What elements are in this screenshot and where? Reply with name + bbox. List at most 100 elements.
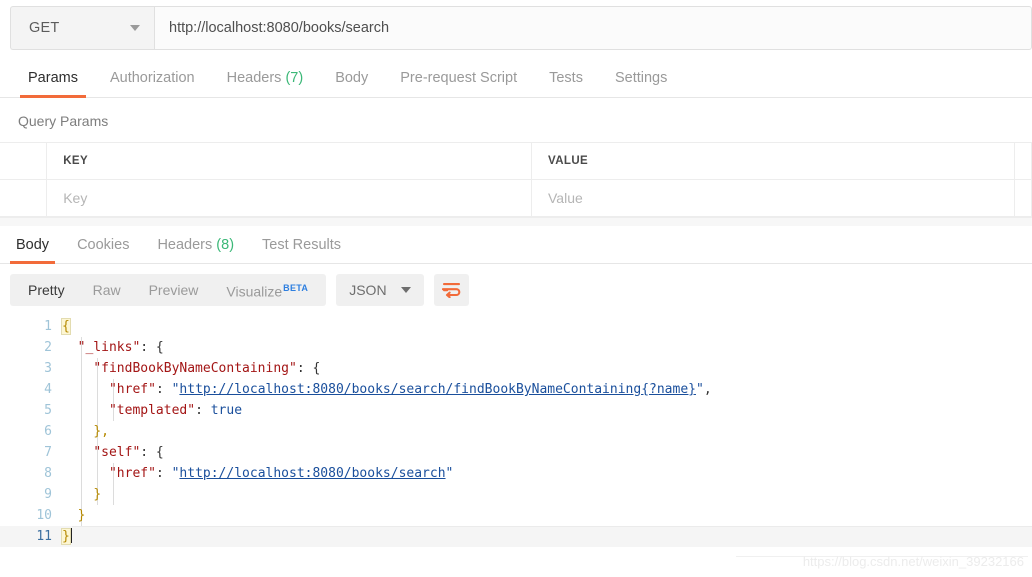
line-number: 2 [44,340,52,355]
chevron-down-icon [130,25,140,31]
code-line-active: 11 } [0,526,1032,547]
tab-tests[interactable]: Tests [533,70,599,97]
token-punct: : { [140,340,164,355]
token-boolean: true [210,403,243,418]
token-brace: } [61,528,71,545]
param-value-input[interactable]: Value [531,179,1015,217]
response-tabs: Body Cookies Headers (8) Test Results [0,226,1032,264]
view-mode-raw[interactable]: Raw [79,274,135,306]
word-wrap-icon [441,283,460,298]
code-line: 4 "href": "http://localhost:8080/books/s… [0,379,1032,400]
query-params-table: KEY VALUE Key Value [0,142,1032,217]
code-line-text: "findBookByNameContaining": { [62,358,320,379]
view-mode-pretty[interactable]: Pretty [14,274,79,306]
code-line-text: "templated": true [62,400,242,421]
response-tab-cookies[interactable]: Cookies [63,237,143,263]
column-header-description [1014,142,1032,180]
active-line-underline [72,526,1032,527]
token-punct: : { [296,361,321,376]
code-line: 7 "self": { [0,442,1032,463]
tab-body[interactable]: Body [319,70,384,97]
token-brace: }, [93,424,109,439]
view-mode-preview[interactable]: Preview [135,274,213,306]
code-line-text: "href": "http://localhost:8080/books/sea… [62,379,712,400]
line-number: 1 [44,319,52,334]
request-url-input[interactable]: http://localhost:8080/books/search [154,6,1032,50]
line-number: 10 [36,508,52,523]
token-quote: " [445,466,454,481]
response-tab-headers[interactable]: Headers (8) [143,237,248,263]
code-line-text: }, [62,421,109,442]
tab-settings[interactable]: Settings [599,70,683,97]
line-number: 4 [44,382,52,397]
request-url-bar: GET http://localhost:8080/books/search [0,0,1032,57]
view-mode-visualize[interactable]: VisualizeBETA [212,272,322,308]
response-tab-headers-count: (8) [216,237,235,253]
token-quote: " [695,382,704,397]
token-punct: : [155,382,172,397]
request-tabs: Params Authorization Headers (7) Body Pr… [0,57,1032,98]
response-tab-cookies-label: Cookies [77,237,130,253]
token-key: "templated" [108,403,196,418]
response-tab-test-results[interactable]: Test Results [248,237,355,263]
token-string-url[interactable]: http://localhost:8080/books/search [179,466,445,481]
column-header-key: KEY [46,142,532,180]
code-line-text: "self": { [62,442,164,463]
param-description-input[interactable] [1014,179,1032,217]
token-key: "href" [108,382,156,397]
chevron-down-icon [400,287,411,293]
token-key: "self" [93,445,141,460]
line-number: 3 [44,361,52,376]
code-line-text: "_links": { [62,337,164,358]
query-params-title: Query Params [18,113,109,129]
response-format-select[interactable]: JSON [336,274,424,306]
http-method-select[interactable]: GET [10,6,154,50]
postman-window: GET http://localhost:8080/books/search P… [0,0,1032,577]
response-tab-body[interactable]: Body [2,237,63,264]
token-key: "href" [108,466,156,481]
response-body-code-viewer[interactable]: 1 { 2 "_links": { 3 "findBookByNameConta… [0,316,1032,552]
token-key: "_links" [77,340,141,355]
column-header-checkbox [0,142,48,180]
tab-params-label: Params [28,70,78,86]
line-number: 6 [44,424,52,439]
view-mode-group: Pretty Raw Preview VisualizeBETA [10,272,327,308]
code-line: 10 } [0,505,1032,526]
token-key: "findBookByNameContaining" [93,361,297,376]
code-lines: 1 { 2 "_links": { 3 "findBookByNameConta… [0,316,1032,547]
param-key-input[interactable]: Key [46,179,532,217]
code-line-text: } [62,484,101,505]
line-number: 9 [44,487,52,502]
token-string-url[interactable]: http://localhost:8080/books/search/findB… [179,382,696,397]
tab-headers[interactable]: Headers (7) [211,70,320,97]
tab-params[interactable]: Params [12,70,94,98]
token-punct: : [155,466,172,481]
section-divider [0,217,1032,226]
token-punct: : { [140,445,164,460]
code-line: 1 { [0,316,1032,337]
tab-pre-request-script[interactable]: Pre-request Script [384,70,533,97]
row-checkbox-cell[interactable] [0,179,48,217]
tab-authorization[interactable]: Authorization [94,70,211,97]
token-punct: : [195,403,211,418]
word-wrap-button[interactable] [433,274,469,306]
response-tab-body-label: Body [16,237,50,253]
table-header-row: KEY VALUE [0,142,1032,180]
line-number: 7 [44,445,52,460]
token-brace: } [77,508,86,523]
response-tab-headers-label: Headers [157,237,213,253]
token-brace: { [61,318,71,335]
tab-headers-count: (7) [285,70,304,86]
code-line: 9 } [0,484,1032,505]
view-mode-visualize-label: Visualize [226,283,283,300]
code-line-text: { [61,316,71,337]
tab-pre-request-script-label: Pre-request Script [400,70,518,86]
tab-body-label: Body [335,70,369,86]
code-line: 5 "templated": true [0,400,1032,421]
text-cursor [70,528,72,543]
tab-headers-label: Headers [226,70,282,86]
request-url-text: http://localhost:8080/books/search [169,20,390,36]
token-punct: , [703,382,712,397]
line-number: 8 [44,466,52,481]
response-viewer-toolbar: Pretty Raw Preview VisualizeBETA JSON [0,264,1032,316]
